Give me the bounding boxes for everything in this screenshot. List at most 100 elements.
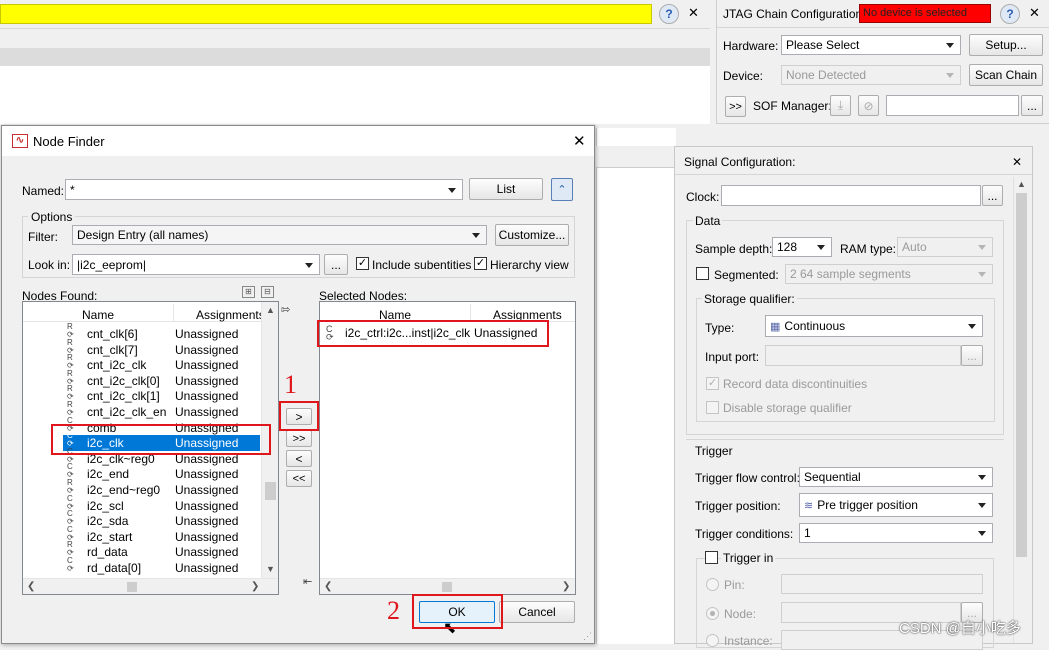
add-to-selected-icon[interactable]: ⇰ — [281, 303, 290, 316]
lookin-combobox[interactable]: |i2c_eeprom| — [72, 254, 320, 275]
scroll-down-icon[interactable]: ▼ — [266, 564, 275, 574]
signal-config-close-icon[interactable]: ✕ — [1012, 155, 1022, 169]
scroll-up-icon[interactable]: ▲ — [1017, 179, 1026, 189]
trigger-flow-select[interactable]: Sequential — [799, 467, 993, 487]
scroll-thumb[interactable] — [1016, 193, 1027, 557]
device-select[interactable]: None Detected — [781, 65, 961, 85]
annotation-number-1: 1 — [284, 370, 297, 399]
nodes-found-row[interactable]: C ⟳ i2c_start Unassigned — [23, 525, 261, 545]
nodes-found-row[interactable]: R ⟳ cnt_i2c_clk_en Unassigned — [23, 401, 261, 420]
disable-storage-checkbox[interactable] — [706, 401, 719, 414]
segmented-checkbox[interactable] — [696, 267, 709, 280]
remove-selected-icon[interactable]: ⇤ — [303, 575, 312, 588]
clock-field[interactable] — [721, 185, 981, 206]
resize-grip-icon[interactable]: ⋰ — [583, 631, 592, 642]
instance-radio[interactable] — [706, 634, 719, 647]
selected-nodes-hscroll[interactable]: ❮ ❯ — [320, 578, 575, 594]
collapse-options-button[interactable]: ⌃ — [551, 178, 573, 201]
hardware-select[interactable]: Please Select — [781, 35, 961, 55]
scroll-thumb[interactable] — [127, 582, 137, 592]
nodes-found-row[interactable]: R ⟳ cnt_clk[7] Unassigned — [23, 338, 261, 358]
options-label: Options — [28, 210, 76, 224]
move-all-right-button[interactable]: >> — [286, 430, 312, 447]
nodes-found-row[interactable]: R ⟳ i2c_end~reg0 Unassigned — [23, 479, 261, 498]
nodes-found-row[interactable]: C ⟳ i2c_end Unassigned — [23, 463, 261, 482]
include-subentities-checkbox[interactable]: ✓ — [356, 257, 369, 270]
dialog-close-icon[interactable]: ✕ — [573, 132, 586, 150]
clock-browse-button[interactable]: ... — [982, 185, 1003, 206]
scroll-up-icon[interactable]: ▲ — [266, 305, 275, 315]
customize-button[interactable]: Customize... — [495, 224, 569, 246]
segmented-select[interactable]: 2 64 sample segments — [785, 264, 993, 284]
node-label: Node: — [724, 607, 757, 621]
node-icon: R ⟳ — [67, 353, 74, 371]
setup-button[interactable]: Setup... — [969, 34, 1043, 56]
col-assignments-header[interactable]: Assignments — [176, 308, 265, 322]
top-close-icon[interactable]: ✕ — [688, 5, 699, 21]
attach-icon[interactable]: ⊘ — [858, 95, 879, 116]
node-name: cnt_i2c_clk[1] — [87, 389, 160, 404]
top-help-button[interactable]: ? — [659, 4, 679, 24]
lookin-browse-button[interactable]: ... — [324, 254, 348, 275]
trigger-in-checkbox[interactable] — [705, 551, 718, 564]
node-assignment: Unassigned — [175, 498, 239, 513]
node-assignment: Unassigned — [175, 342, 239, 357]
jtag-help-button[interactable]: ? — [1000, 4, 1020, 24]
nodes-found-row[interactable]: R ⟳ rd_data Unassigned — [23, 540, 261, 560]
jtag-close-icon[interactable]: ✕ — [1029, 5, 1040, 21]
node-radio[interactable] — [706, 607, 719, 620]
nodes-found-row[interactable]: C ⟳ rd_data[0] Unassigned — [23, 557, 261, 576]
record-discontinuities-checkbox[interactable]: ✓ — [706, 377, 719, 390]
pin-field[interactable] — [781, 574, 983, 594]
scroll-left-icon[interactable]: ❮ — [324, 581, 332, 592]
pin-radio[interactable] — [706, 578, 719, 591]
trigger-position-select[interactable]: ≋ Pre trigger position — [799, 493, 993, 517]
hierarchy-view-checkbox[interactable]: ✓ — [474, 257, 487, 270]
chevron-down-icon — [817, 245, 825, 250]
move-one-left-button[interactable]: < — [286, 450, 312, 467]
nodes-found-row[interactable]: R ⟳ cnt_clk[6] Unassigned — [23, 323, 261, 342]
nodes-found-hscroll[interactable]: ❮ ❯ — [23, 578, 278, 594]
named-combobox[interactable]: * — [65, 179, 463, 200]
nodes-found-row[interactable]: R ⟳ cnt_i2c_clk[0] Unassigned — [23, 369, 261, 389]
trigger-separator — [686, 439, 1004, 440]
scan-chain-button[interactable]: Scan Chain — [969, 64, 1043, 86]
trigger-position-value: Pre trigger position — [817, 498, 918, 512]
expand-all-icon[interactable]: ⊞ — [242, 286, 255, 298]
expand-button[interactable]: >> — [725, 96, 746, 117]
sample-depth-select[interactable]: 128 — [772, 237, 832, 257]
scroll-right-icon[interactable]: ❯ — [562, 581, 570, 592]
filter-value: Design Entry (all names) — [77, 228, 209, 242]
nodes-found-header: Name Assignments — [23, 302, 265, 322]
sof-browse-button[interactable]: ... — [1021, 95, 1043, 116]
signal-config-scrollbar[interactable]: ▲ — [1013, 177, 1029, 643]
nodes-found-row[interactable]: C ⟳ i2c_scl Unassigned — [23, 493, 261, 514]
scroll-right-icon[interactable]: ❯ — [251, 581, 259, 592]
node-name: i2c_sda — [87, 514, 129, 529]
ram-type-select[interactable]: Auto — [897, 237, 993, 257]
node-icon: R ⟳ — [67, 540, 74, 558]
node-icon: C ⟳ — [67, 493, 74, 511]
node-name: cnt_clk[7] — [87, 342, 138, 357]
scroll-left-icon[interactable]: ❮ — [27, 581, 35, 592]
sof-field[interactable] — [886, 95, 1019, 116]
watermark: CSDN @自小吃多 — [899, 620, 1021, 637]
cancel-button[interactable]: Cancel — [499, 601, 575, 623]
move-all-left-button[interactable]: << — [286, 470, 312, 487]
scroll-thumb[interactable] — [442, 582, 452, 592]
nodes-found-row[interactable]: R ⟳ cnt_i2c_clk[1] Unassigned — [23, 385, 261, 404]
input-port-browse-button[interactable]: ... — [961, 345, 983, 366]
list-button[interactable]: List — [469, 178, 543, 200]
input-port-field[interactable] — [765, 345, 961, 366]
trigger-conditions-select[interactable]: 1 — [799, 523, 993, 543]
col-name-header[interactable]: Name — [23, 308, 173, 322]
collapse-all-icon[interactable]: ⊟ — [261, 286, 274, 298]
download-icon[interactable]: ⤓ — [830, 95, 851, 116]
nodes-found-row[interactable]: R ⟳ cnt_i2c_clk Unassigned — [23, 353, 261, 373]
nodes-found-row[interactable]: C ⟳ i2c_sda Unassigned — [23, 510, 261, 529]
scroll-thumb[interactable] — [265, 482, 276, 500]
filter-select[interactable]: Design Entry (all names) — [72, 225, 487, 245]
disable-storage-label: Disable storage qualifier — [723, 401, 852, 415]
type-select[interactable]: ▦ Continuous — [765, 315, 983, 337]
signal-config-divider — [675, 174, 1032, 175]
